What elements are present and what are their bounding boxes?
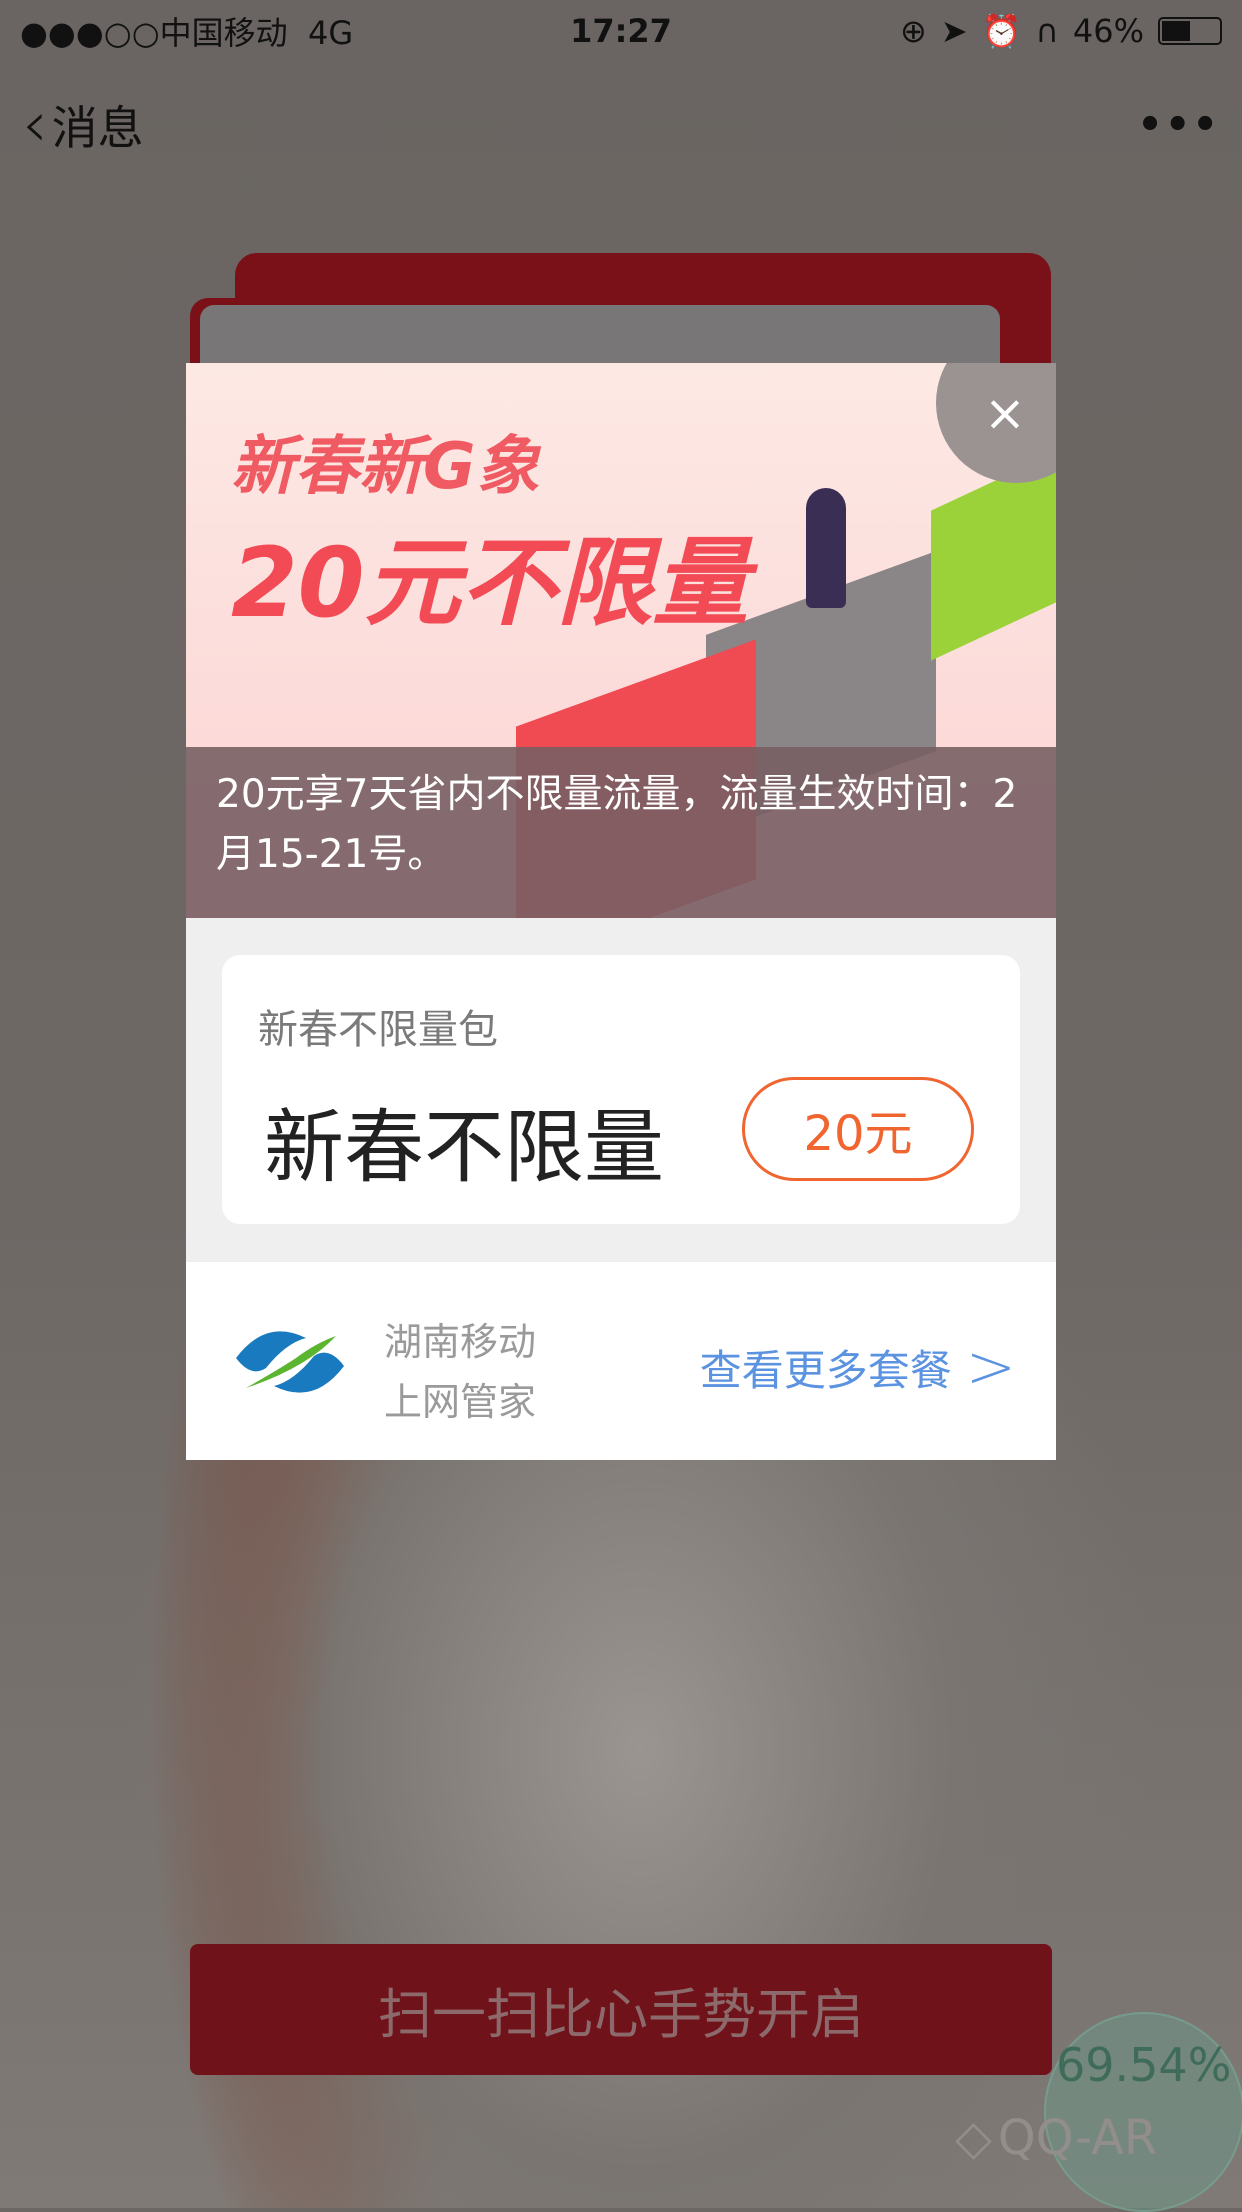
package-card[interactable]: 新春不限量包 新春不限量 20元 [222,955,1020,1224]
promo-banner[interactable]: 新春新G象 20元不限量 × 20元享7天省内不限量流量，流量生效时间：2月15… [186,363,1056,918]
battery-icon [1158,17,1222,45]
more-packages-label: 查看更多套餐 [699,1345,952,1395]
banner-caption: 20元享7天省内不限量流量，流量生效时间：2月15-21号。 [186,747,1056,918]
banner-headline-2: 20元不限量 [231,527,749,639]
banner-pawn [806,488,846,608]
more-packages-link[interactable]: 查看更多套餐 > [700,1332,1016,1402]
modal-footer: 湖南移动上网管家 查看更多套餐 > [186,1262,1056,1460]
back-button[interactable]: ‹ 消息 [22,88,144,162]
price-button[interactable]: 20元 [742,1077,974,1181]
china-mobile-logo [228,1300,352,1424]
chevron-right-icon: > [965,1332,1016,1402]
nav-bar: ‹ 消息 ••• [22,88,1220,162]
qq-ar-badge: ◇ QQ-AR [955,2110,1157,2166]
close-icon: × [984,384,1026,442]
promo-modal: 新春新G象 20元不限量 × 20元享7天省内不限量流量，流量生效时间：2月15… [186,363,1056,1460]
more-button[interactable]: ••• [1137,102,1220,148]
banner-headline-1: 新春新G象 [231,430,540,504]
brand-name: 湖南移动 上网管家 [384,1312,536,1432]
clock: 17:27 [570,12,672,50]
brand-line-2: 上网管家 [384,1380,537,1424]
back-label: 消息 [51,101,144,155]
scan-gesture-button[interactable]: 扫一扫比心手势开启 [190,1944,1052,2075]
status-bar: ●●●○○中国移动 4G 17:27 ⊕ ➤ ⏰ ∩ 46% [0,0,1242,62]
chevron-left-icon: ‹ [22,88,48,162]
close-button[interactable]: × [936,363,1056,483]
qq-penguin-icon: ◇ [955,2110,992,2166]
package-subtitle: 新春不限量包 [258,1007,498,1053]
package-name: 新春不限量 [264,1101,664,1194]
brand-line-1: 湖南移动 [384,1320,537,1364]
qq-ar-label: QQ-AR [997,2110,1158,2166]
ar-progress-text: 69.54% [1056,2038,1232,2092]
